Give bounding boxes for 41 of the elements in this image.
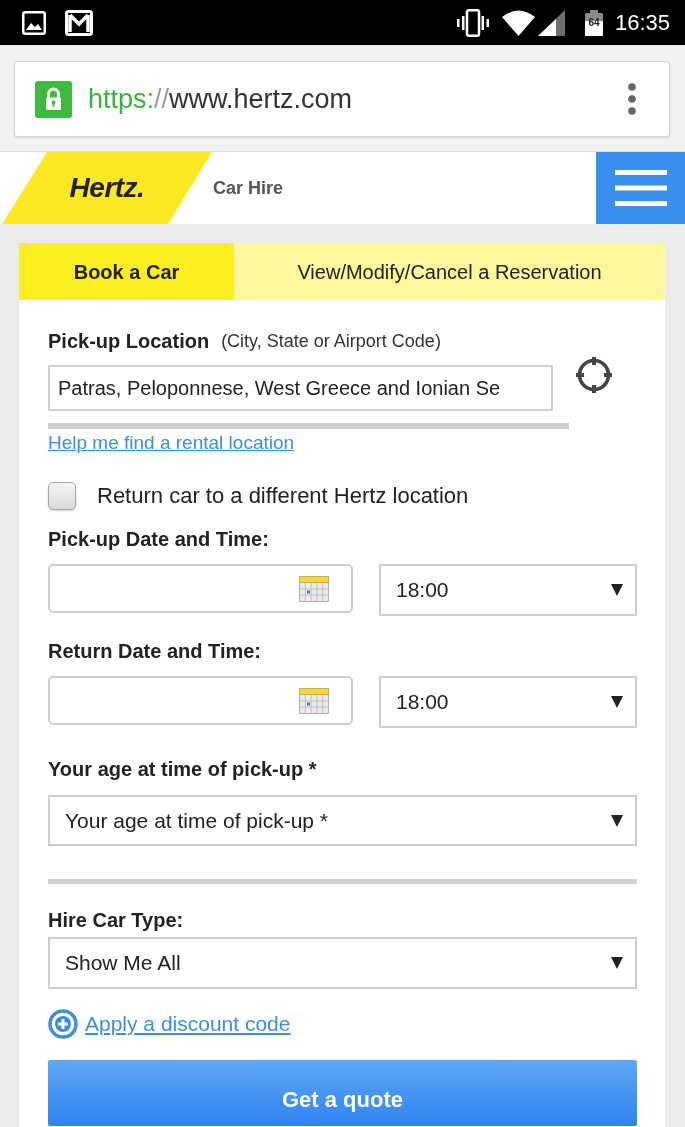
tab[interactable]: View/Modify/Cancel a Reservation — [234, 243, 665, 300]
address-bar[interactable]: https://www.hertz.com — [14, 61, 670, 137]
age-select[interactable]: Your age at time of pick-up * — [48, 795, 637, 846]
menu-button[interactable] — [596, 152, 685, 224]
location-input[interactable]: Patras, Peloponnese, West Greece and Ionian Se — [48, 365, 553, 411]
time-select[interactable]: 18:00 — [379, 676, 637, 728]
wifi-icon — [501, 9, 535, 36]
caret-icon — [611, 696, 623, 708]
time-select[interactable]: 18:00 — [379, 564, 637, 616]
caret-icon — [611, 957, 623, 969]
site-title: Car Hire — [213, 176, 284, 200]
tab[interactable]: Book a Car — [19, 243, 234, 300]
checkbox-label: Return car to a different Hertz location — [97, 482, 469, 510]
battery-icon — [584, 9, 603, 36]
clock: 16:35 — [614, 9, 670, 36]
add-circle-icon[interactable] — [48, 1009, 78, 1039]
url-text: https://www.hertz.com — [88, 83, 353, 116]
more-menu-icon[interactable] — [628, 83, 636, 115]
field-label: Hire Car Type: — [48, 908, 185, 933]
lock-icon — [35, 80, 72, 118]
car-type-select[interactable]: Show Me All — [48, 937, 637, 989]
mail-icon — [65, 9, 93, 36]
hertz-logo[interactable]: Hertz. — [0, 152, 212, 224]
field-label: Return Date and Time: — [48, 639, 262, 664]
field-label: Pick-up Date and Time: — [48, 527, 270, 552]
image-icon — [22, 10, 46, 35]
field-label: Your age at time of pick-up * — [48, 757, 318, 782]
date-field[interactable] — [48, 564, 353, 613]
calendar-icon[interactable] — [299, 687, 329, 714]
date-field[interactable] — [48, 676, 353, 725]
menu-icon — [614, 170, 667, 206]
battery-percent: 64 — [587, 16, 601, 29]
field-hint: (City, State or Airport Code) — [221, 330, 441, 353]
crosshair-icon[interactable] — [575, 356, 613, 394]
field-label: Pick-up Location — [48, 329, 210, 354]
caret-icon — [611, 584, 623, 596]
caret-icon — [611, 814, 623, 827]
signal-icon — [537, 9, 565, 36]
checkbox[interactable] — [48, 482, 76, 510]
vibrate-icon — [456, 8, 489, 37]
calendar-icon[interactable] — [299, 575, 329, 602]
